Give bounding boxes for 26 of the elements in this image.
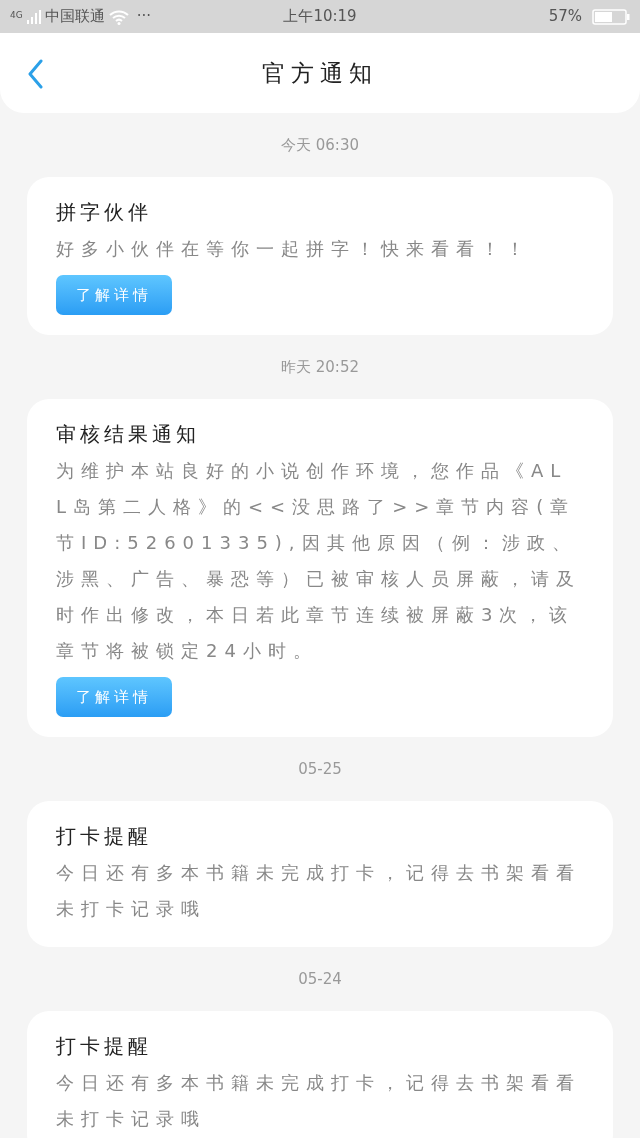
notice-body: 好多小伙伴在等你一起拼字！快来看看！！: [56, 237, 531, 261]
timestamp: 今天 06:30: [281, 134, 359, 156]
notice-card[interactable]: 打卡提醒 今日还有多本书籍未完成打卡，记得去书架看看未打卡记录哦: [27, 1011, 613, 1138]
timestamp: 昨天 20:52: [281, 356, 359, 378]
notice-card[interactable]: 打卡提醒 今日还有多本书籍未完成打卡，记得去书架看看未打卡记录哦: [27, 801, 613, 947]
notice-title: 打卡提醒: [56, 1033, 152, 1060]
notice-card[interactable]: 拼字伙伴 好多小伙伴在等你一起拼字！快来看看！！ 了解详情: [27, 177, 613, 335]
network-label: 4G: [10, 11, 23, 21]
notice-body: 今日还有多本书籍未完成打卡，记得去书架看看未打卡记录哦: [56, 1071, 582, 1131]
notice-title: 打卡提醒: [56, 823, 152, 850]
battery-percent: 57%: [548, 6, 582, 28]
clock: 上午10:19: [283, 7, 357, 26]
notice-title: 审核结果通知: [56, 421, 200, 448]
notice-card[interactable]: 审核结果通知 为维护本站良好的小说创作环境，您作品《ALL岛第二人格》的<<没思路了>>章节内容(章节ID:52601335),因其他原因（例：涉政、涉黑、广告、暴恐等）已被审核人员屏蔽，请及时作出修改，本日若此章节连续被屏蔽3次，该章节将被锁定24小时。 了解详情: [27, 399, 613, 737]
timestamp: 05-24: [298, 968, 342, 990]
back-icon: [27, 59, 43, 89]
signal-icon: [26, 9, 41, 24]
notice-body: 今日还有多本书籍未完成打卡，记得去书架看看未打卡记录哦: [56, 861, 582, 921]
more-label: ···: [136, 6, 151, 28]
notice-body: 为维护本站良好的小说创作环境，您作品《ALL岛第二人格》的<<没思路了>>章节内容(章节ID:52601335),因其他原因（例：涉政、涉黑、广告、暴恐等）已被审核人员屏蔽，请及时作出修改，本日若此章节连续被屏蔽3次，该章节将被锁定24小时。: [56, 459, 582, 663]
notice-title: 拼字伙伴: [56, 199, 152, 226]
wifi-icon: [108, 8, 129, 25]
carrier-label: 中国联通: [44, 6, 105, 28]
timestamp: 05-25: [298, 758, 342, 780]
battery-icon: [592, 8, 630, 25]
page-title: 官方通知: [262, 59, 378, 86]
